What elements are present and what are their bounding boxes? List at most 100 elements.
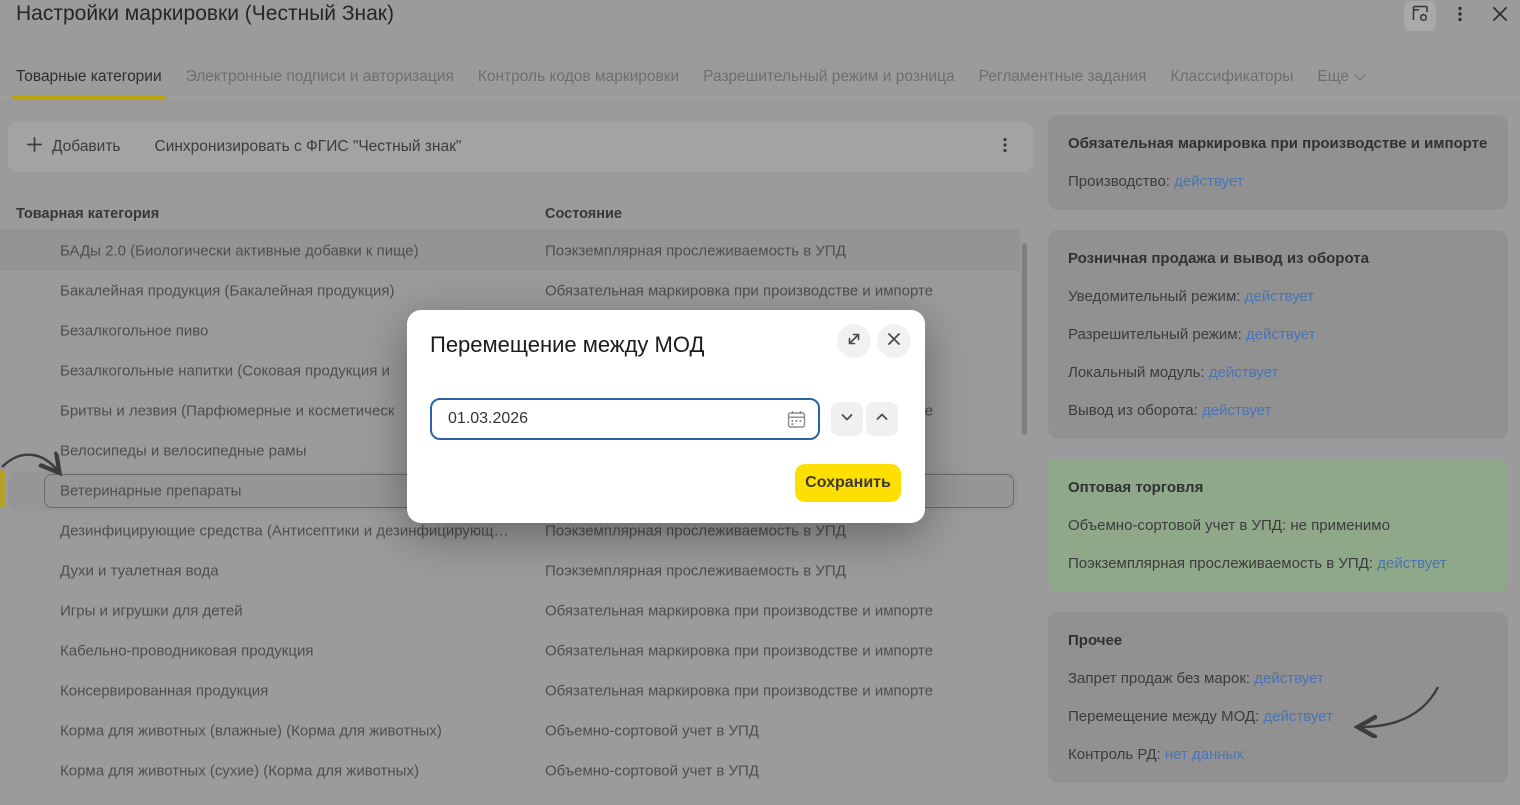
close-icon xyxy=(886,331,902,352)
status-link[interactable]: действует xyxy=(1202,402,1272,419)
selected-row-marker xyxy=(0,470,5,508)
panel-item: Производство: действует xyxy=(1068,173,1488,190)
move-between-mod-dialog: Перемещение между МОД xyxy=(407,310,925,523)
save-button[interactable]: Сохранить xyxy=(795,464,901,502)
status-cell: Объемно-сортовой учет в УПД xyxy=(545,723,759,740)
panel-title: Оптовая торговля xyxy=(1068,479,1488,496)
tab-2[interactable]: Контроль кодов маркировки xyxy=(478,68,679,99)
status-value: не применимо xyxy=(1290,517,1390,534)
status-link[interactable]: действует xyxy=(1245,288,1315,305)
date-field xyxy=(430,398,820,440)
table-row[interactable]: Игры и игрушки для детей Обязательная мар… xyxy=(0,591,1020,631)
table-row[interactable]: Бакалейная продукция (Бакалейная продукц… xyxy=(0,271,1020,311)
status-cell: Объемно-сортовой учет в УПД xyxy=(545,763,759,780)
table-row[interactable]: Корма для животных (влажные) (Корма для … xyxy=(0,711,1020,751)
category-cell: Игры и игрушки для детей xyxy=(60,603,243,620)
status-cell: Обязательная маркировка при производстве… xyxy=(545,603,933,620)
date-step-down-button[interactable] xyxy=(831,402,863,436)
tab-6[interactable]: Еще xyxy=(1317,68,1364,99)
status-cell: Обязательная маркировка при производстве… xyxy=(545,643,933,660)
status-link[interactable]: нет данных xyxy=(1165,746,1244,763)
table-row[interactable]: Консервированная продукция Обязательная м… xyxy=(0,671,1020,711)
plus-icon xyxy=(27,137,42,157)
close-icon xyxy=(1489,3,1511,30)
chevron-up-icon xyxy=(873,408,891,431)
status-link[interactable]: действует xyxy=(1246,326,1316,343)
category-cell: Безалкогольное пиво xyxy=(60,323,208,340)
sync-fgis-button[interactable]: Синхронизировать с ФГИС "Честный знак" xyxy=(155,138,462,156)
window-close-button[interactable] xyxy=(1484,1,1516,31)
panel-item: Объемно-сортовой учет в УПД: не применим… xyxy=(1068,517,1488,534)
dialog-close-button[interactable] xyxy=(877,324,911,358)
category-cell: Корма для животных (сухие) (Корма для жи… xyxy=(60,763,419,780)
table-scrollbar-thumb[interactable] xyxy=(1022,243,1027,435)
category-cell: Духи и туалетная вода xyxy=(60,563,219,580)
settings-panel: Прочее Запрет продаж без марок: действует… xyxy=(1048,612,1508,783)
status-link[interactable]: действует xyxy=(1377,555,1447,572)
add-button[interactable]: Добавить xyxy=(27,137,121,157)
window-menu-button[interactable] xyxy=(1444,1,1476,31)
dialog-expand-button[interactable] xyxy=(837,324,871,358)
page-title: Настройки маркировки (Честный Знак) xyxy=(16,2,394,26)
sync-button-label: Синхронизировать с ФГИС "Честный знак" xyxy=(155,138,462,156)
kebab-icon xyxy=(1450,4,1470,29)
panel-item: Контроль РД: нет данных xyxy=(1068,746,1488,763)
tab-0[interactable]: Товарные категории xyxy=(16,68,162,99)
window-settings-button[interactable] xyxy=(1404,1,1436,31)
panel-item: Уведомительный режим: действует xyxy=(1068,288,1488,305)
category-cell: Дезинфицирующие средства (Антисептики и … xyxy=(60,523,509,540)
add-button-label: Добавить xyxy=(52,138,121,156)
panel-item: Поэкземплярная прослеживаемость в УПД: д… xyxy=(1068,555,1488,572)
panel-item: Запрет продаж без марок: действует xyxy=(1068,670,1488,687)
settings-panel: Обязательная маркировка при производстве… xyxy=(1048,115,1508,210)
category-cell: Ветеринарные препараты xyxy=(60,483,241,500)
panel-item: Разрешительный режим: действует xyxy=(1068,326,1488,343)
panel-item: Локальный модуль: действует xyxy=(1068,364,1488,381)
status-link[interactable]: действует xyxy=(1174,173,1244,190)
column-header-state: Состояние xyxy=(545,206,622,222)
calendar-icon[interactable] xyxy=(786,409,807,435)
marking-settings-window: Настройки маркировки (Честный Знак) xyxy=(0,0,1520,805)
category-cell: БАДы 2.0 (Биологически активные добавки … xyxy=(60,243,419,260)
status-cell: Обязательная маркировка при производстве… xyxy=(545,283,933,300)
table-toolbar: Добавить Синхронизировать с ФГИС "Честны… xyxy=(8,122,1033,172)
category-cell: Велосипеды и велосипедные рамы xyxy=(60,443,306,460)
tab-4[interactable]: Регламентные задания xyxy=(979,68,1147,99)
category-cell: Бритвы и лезвия (Парфюмерные и косметиче… xyxy=(60,403,394,420)
table-row[interactable]: Корма для животных (сухие) (Корма для жи… xyxy=(0,751,1020,791)
dialog-controls xyxy=(837,324,911,358)
category-cell: Кабельно-проводниковая продукция xyxy=(60,643,313,660)
kebab-icon xyxy=(996,136,1014,159)
panel-item: Вывод из оборота: действует xyxy=(1068,402,1488,419)
chevron-down-icon xyxy=(1354,69,1365,80)
date-input[interactable] xyxy=(432,400,778,438)
settings-panel: Розничная продажа и вывод из оборота Увед… xyxy=(1048,230,1508,439)
category-cell: Консервированная продукция xyxy=(60,683,268,700)
tab-5[interactable]: Классификаторы xyxy=(1170,68,1293,99)
toolbar-menu-button[interactable] xyxy=(991,122,1019,172)
panel-title: Обязательная маркировка при производстве… xyxy=(1068,135,1488,152)
table-header: Товарная категория Состояние xyxy=(0,201,1020,231)
table-row[interactable]: БАДы 2.0 (Биологически активные добавки … xyxy=(0,231,1020,271)
category-cell: Корма для животных (влажные) (Корма для … xyxy=(60,723,442,740)
column-header-category: Товарная категория xyxy=(16,206,159,222)
status-link[interactable]: действует xyxy=(1209,364,1279,381)
category-cell: Бакалейная продукция (Бакалейная продукц… xyxy=(60,283,395,300)
category-cell: Безалкогольные напитки (Соковая продукци… xyxy=(60,363,390,380)
status-cell: Обязательная маркировка при производстве… xyxy=(545,683,933,700)
details-sidebar: Обязательная маркировка при производстве… xyxy=(1048,115,1508,803)
tabs-divider xyxy=(0,97,1520,98)
panel-title: Прочее xyxy=(1068,632,1488,649)
status-link[interactable]: действует xyxy=(1263,708,1333,725)
tab-3[interactable]: Разрешительный режим и розница xyxy=(703,68,954,99)
window-controls xyxy=(1404,1,1516,31)
table-row[interactable]: Духи и туалетная водаПоэкземплярная прос… xyxy=(0,551,1020,591)
status-link[interactable]: действует xyxy=(1254,670,1324,687)
expand-icon xyxy=(846,331,862,352)
table-row[interactable]: Кабельно-проводниковая продукция Обязател… xyxy=(0,631,1020,671)
panel-title: Розничная продажа и вывод из оборота xyxy=(1068,250,1488,267)
panel-item: Перемещение между МОД: действует xyxy=(1068,708,1488,725)
tab-1[interactable]: Электронные подписи и авторизация xyxy=(186,68,454,99)
settings-panel: Оптовая торговля Объемно-сортовой учет в … xyxy=(1048,459,1508,592)
date-step-up-button[interactable] xyxy=(866,402,898,436)
